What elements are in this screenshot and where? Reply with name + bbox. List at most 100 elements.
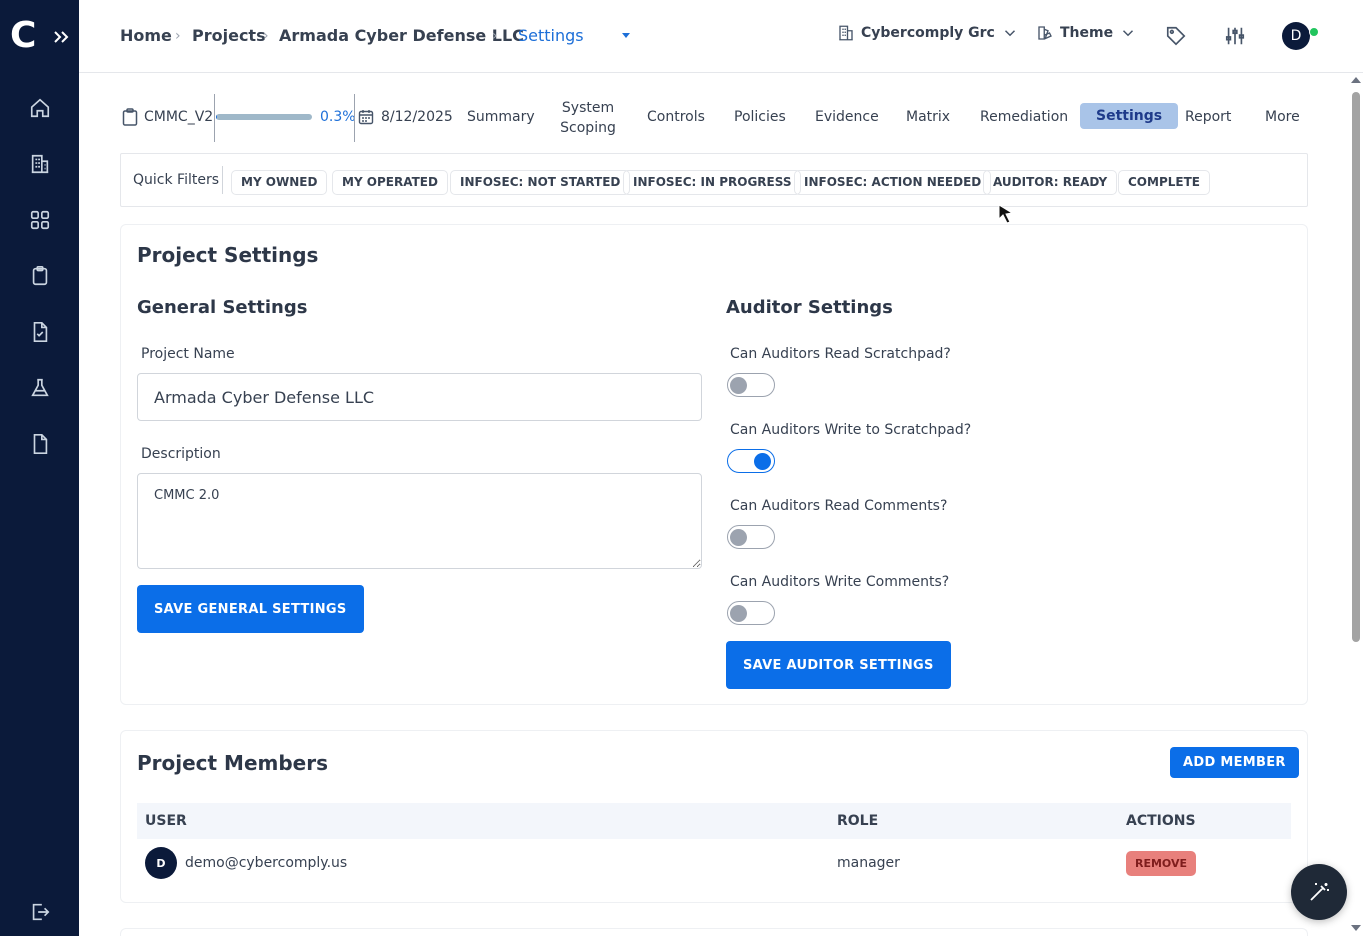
filter-chip-infosec-action-needed[interactable]: INFOSEC: ACTION NEEDED: [794, 170, 992, 195]
tab-settings[interactable]: Settings: [1080, 103, 1179, 129]
filter-chip-infosec-in-progress[interactable]: INFOSEC: IN PROGRESS: [623, 170, 802, 195]
project-date: 8/12/2025: [381, 109, 453, 125]
chevron-down-icon: [1123, 30, 1134, 37]
project-name-label: Project Name: [141, 346, 235, 362]
project-tabs-bar: CMMC_V2 0.3% 8/12/2025 Summary System Sc…: [120, 92, 1310, 142]
toggle-label-read-comments: Can Auditors Read Comments?: [730, 498, 948, 514]
breadcrumb-separator: ›: [263, 28, 269, 44]
column-header-user: USER: [145, 813, 187, 829]
member-avatar: D: [145, 847, 177, 879]
description-textarea[interactable]: CMMC 2.0: [137, 473, 702, 569]
toggle-knob: [754, 453, 771, 470]
column-header-role: ROLE: [837, 813, 879, 829]
breadcrumb-home[interactable]: Home: [120, 26, 172, 45]
project-members-title: Project Members: [137, 751, 329, 775]
project-progress-bar: [216, 114, 312, 120]
toggle-write-comments[interactable]: [727, 601, 775, 625]
online-status-dot: [1309, 27, 1319, 37]
home-icon[interactable]: [28, 96, 52, 120]
org-selector[interactable]: Cybercomply Grc: [837, 24, 1019, 42]
save-general-settings-button[interactable]: SAVE GENERAL SETTINGS: [137, 585, 364, 633]
quick-filters-label: Quick Filters: [133, 172, 220, 188]
top-bar: Home › Projects › Armada Cyber Defense L…: [79, 0, 1363, 73]
toggle-label-write-scratchpad: Can Auditors Write to Scratchpad?: [730, 422, 972, 438]
general-settings-title: General Settings: [137, 297, 308, 318]
breadcrumb-dropdown-caret-icon[interactable]: [622, 33, 630, 38]
filter-chip-complete[interactable]: COMPLETE: [1118, 170, 1210, 195]
app-logo[interactable]: C: [10, 16, 38, 56]
chevron-down-icon: [1004, 30, 1015, 37]
palette-icon: [1038, 26, 1052, 40]
breadcrumb-project[interactable]: Armada Cyber Defense LLC: [279, 26, 524, 45]
tab-policies[interactable]: Policies: [734, 109, 786, 125]
next-card: [120, 928, 1308, 936]
flask-icon[interactable]: [28, 376, 52, 400]
filter-chip-auditor-ready[interactable]: AUDITOR: READY: [983, 170, 1118, 195]
scroll-up-arrow-icon[interactable]: [1351, 77, 1361, 83]
add-member-button[interactable]: ADD MEMBER: [1170, 747, 1299, 778]
tab-evidence[interactable]: Evidence: [815, 109, 879, 125]
breadcrumb-current[interactable]: Settings: [518, 26, 584, 45]
project-code[interactable]: CMMC_V2: [144, 109, 213, 125]
filter-chip-my-owned[interactable]: MY OWNED: [231, 170, 328, 195]
calendar-icon: [358, 110, 374, 125]
filter-chip-my-operated[interactable]: MY OPERATED: [332, 170, 448, 195]
save-auditor-settings-button[interactable]: SAVE AUDITOR SETTINGS: [726, 641, 951, 689]
sliders-icon[interactable]: [1224, 25, 1246, 47]
toggle-read-scratchpad[interactable]: [727, 373, 775, 397]
breadcrumb-projects[interactable]: Projects: [192, 26, 266, 45]
tab-summary[interactable]: Summary: [467, 109, 535, 125]
toggle-label-write-comments: Can Auditors Write Comments?: [730, 574, 950, 590]
building-icon: [839, 25, 853, 41]
divider: [354, 94, 355, 142]
divider: [214, 94, 215, 142]
members-table-header: USER ROLE ACTIONS: [137, 803, 1291, 839]
sidebar: C: [0, 0, 79, 936]
member-email: demo@cybercomply.us: [185, 855, 348, 871]
expand-sidebar-icon[interactable]: [52, 28, 70, 46]
scrollbar-thumb[interactable]: [1352, 92, 1360, 642]
progress-percent: 0.3%: [320, 109, 356, 125]
tag-icon[interactable]: [1165, 25, 1187, 47]
project-settings-title: Project Settings: [137, 243, 319, 267]
magic-wand-fab[interactable]: [1291, 864, 1347, 920]
tab-matrix[interactable]: Matrix: [906, 109, 950, 125]
project-settings-card: Project Settings General Settings Projec…: [120, 224, 1308, 705]
grid-icon[interactable]: [28, 208, 52, 232]
tab-more[interactable]: More: [1265, 109, 1300, 125]
org-name: Cybercomply Grc: [861, 25, 995, 41]
project-name-input[interactable]: [137, 373, 702, 421]
description-label: Description: [141, 446, 221, 462]
theme-label: Theme: [1060, 25, 1114, 41]
tab-report[interactable]: Report: [1185, 109, 1231, 125]
remove-member-button[interactable]: REMOVE: [1126, 851, 1197, 876]
toggle-write-scratchpad[interactable]: [727, 449, 775, 473]
toggle-read-comments[interactable]: [727, 525, 775, 549]
breadcrumb-separator: ›: [492, 28, 498, 44]
filter-chip-infosec-not-started[interactable]: INFOSEC: NOT STARTED: [450, 170, 631, 195]
tab-remediation[interactable]: Remediation: [980, 109, 1068, 125]
divider: [222, 166, 223, 194]
auditor-settings-title: Auditor Settings: [726, 297, 893, 318]
magic-wand-icon: [1310, 883, 1329, 901]
member-role: manager: [837, 855, 900, 871]
column-header-actions: ACTIONS: [1126, 813, 1196, 829]
mouse-cursor-icon: [998, 204, 1014, 224]
breadcrumb-separator: ›: [175, 28, 181, 44]
toggle-knob: [730, 529, 747, 546]
file-check-icon[interactable]: [28, 320, 52, 344]
user-avatar[interactable]: D: [1282, 22, 1310, 50]
logout-icon[interactable]: [28, 900, 52, 924]
tab-controls[interactable]: Controls: [647, 109, 705, 125]
clipboard-icon: [122, 108, 138, 126]
building-icon[interactable]: [28, 152, 52, 176]
project-members-card: Project Members ADD MEMBER USER ROLE ACT…: [120, 730, 1308, 903]
toggle-knob: [730, 605, 747, 622]
tab-system-scoping[interactable]: System Scoping: [558, 98, 618, 138]
scroll-down-arrow-icon[interactable]: [1351, 925, 1361, 931]
toggle-label-read-scratchpad: Can Auditors Read Scratchpad?: [730, 346, 951, 362]
theme-selector[interactable]: Theme: [1036, 24, 1137, 42]
quick-filters-bar: Quick Filters MY OWNED MY OPERATED INFOS…: [120, 153, 1308, 207]
file-icon[interactable]: [28, 432, 52, 456]
clipboard-icon[interactable]: [28, 264, 52, 288]
